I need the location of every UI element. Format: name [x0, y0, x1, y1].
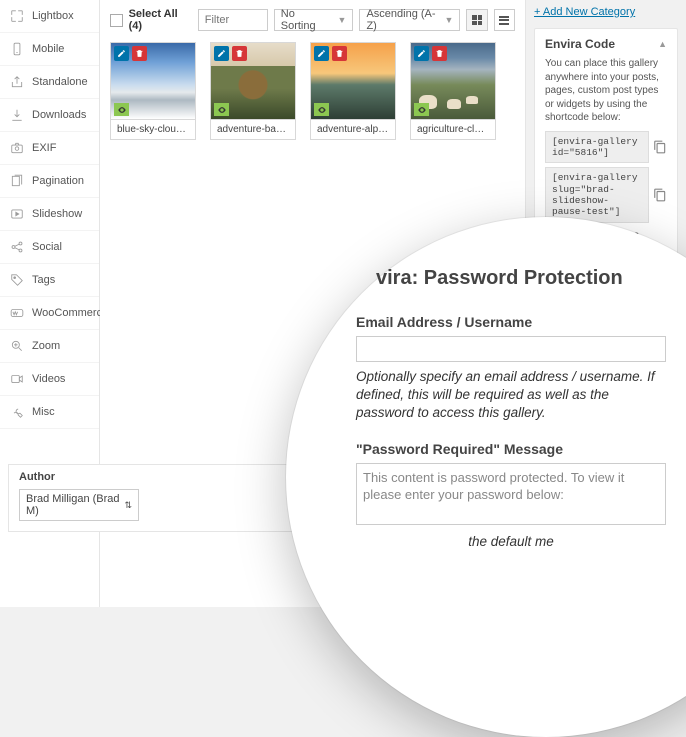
shortcode-slug[interactable]: [envira-gallery slug="brad-slideshow-pau…: [545, 167, 649, 223]
sidebar-item-label: Tags: [32, 274, 55, 286]
thumbnail-image[interactable]: [410, 42, 496, 120]
video-icon: [10, 372, 24, 386]
order-dropdown[interactable]: Ascending (A-Z)▼: [359, 9, 460, 31]
edit-button[interactable]: [114, 46, 129, 61]
thumbnail-caption: blue-sky-clouds …: [110, 120, 196, 140]
sidebar-item-pagination[interactable]: Pagination: [0, 165, 99, 198]
sidebar-item-label: WooCommerce: [32, 307, 108, 319]
select-all[interactable]: Select All (4): [110, 8, 192, 32]
author-select[interactable]: Brad Milligan (Brad M)⇅: [19, 489, 139, 521]
sidebar-item-standalone[interactable]: Standalone: [0, 66, 99, 99]
thumbnail-card[interactable]: adventure-backpa…: [210, 42, 296, 140]
pw-message-default: the default me: [356, 534, 666, 549]
pages-icon: [10, 174, 24, 188]
code-help-1: You can place this gallery anywhere into…: [545, 57, 667, 125]
thumbnail-image[interactable]: [210, 42, 296, 120]
sidebar-item-label: Social: [32, 241, 62, 253]
sidebar-item-label: Pagination: [32, 175, 84, 187]
sidebar-item-exif[interactable]: EXIF: [0, 132, 99, 165]
thumbnail-grid: blue-sky-clouds … adventure-backpa… advent…: [110, 42, 515, 140]
thumbnail-image[interactable]: [110, 42, 196, 120]
visibility-icon[interactable]: [214, 103, 229, 116]
visibility-icon[interactable]: [114, 103, 129, 116]
gallery-toolbar: Select All (4) No Sorting▼ Ascending (A-…: [110, 8, 515, 32]
grid-icon: [472, 15, 482, 25]
expand-icon: [10, 9, 24, 23]
chevron-down-icon: ▼: [338, 15, 347, 25]
shortcode-id[interactable]: [envira-gallery id="5816"]: [545, 131, 649, 164]
sidebar-item-label: Slideshow: [32, 208, 82, 220]
sidebar-item-downloads[interactable]: Downloads: [0, 99, 99, 132]
thumbnail-card[interactable]: blue-sky-clouds …: [110, 42, 196, 140]
delete-button[interactable]: [132, 46, 147, 61]
thumbnail-caption: adventure-backpa…: [210, 120, 296, 140]
sidebar-item-woocommerce[interactable]: WooCommerce: [0, 297, 99, 330]
sidebar-item-label: Mobile: [32, 43, 64, 55]
camera-icon: [10, 141, 24, 155]
sidebar-item-label: Zoom: [32, 340, 60, 352]
wrench-icon: [10, 405, 24, 419]
sidebar-item-label: Videos: [32, 373, 65, 385]
sidebar-item-mobile[interactable]: Mobile: [0, 33, 99, 66]
collapse-icon[interactable]: ▲: [658, 39, 667, 49]
sidebar-item-lightbox[interactable]: Lightbox: [0, 0, 99, 33]
sidebar-item-label: Lightbox: [32, 10, 74, 22]
sidebar-item-label: Downloads: [32, 109, 86, 121]
sidebar-item-misc[interactable]: Misc: [0, 396, 99, 429]
thumbnail-caption: agriculture-cloud …: [410, 120, 496, 140]
phone-icon: [10, 42, 24, 56]
share-icon: [10, 75, 24, 89]
edit-button[interactable]: [314, 46, 329, 61]
download-icon: [10, 108, 24, 122]
edit-button[interactable]: [214, 46, 229, 61]
pw-message-label: "Password Required" Message: [356, 441, 666, 457]
tag-icon: [10, 273, 24, 287]
box-title: Envira Code: [545, 37, 615, 51]
visibility-icon[interactable]: [314, 103, 329, 116]
sidebar-item-videos[interactable]: Videos: [0, 363, 99, 396]
social-icon: [10, 240, 24, 254]
filter-input[interactable]: [198, 9, 268, 31]
sort-dropdown[interactable]: No Sorting▼: [274, 9, 354, 31]
lens-title: vira: Password Protection: [356, 267, 686, 290]
sidebar-item-zoom[interactable]: Zoom: [0, 330, 99, 363]
add-category-link[interactable]: + Add New Category: [534, 6, 678, 18]
zoom-icon: [10, 339, 24, 353]
sidebar-item-tags[interactable]: Tags: [0, 264, 99, 297]
email-help: Optionally specify an email address / us…: [356, 368, 666, 423]
delete-button[interactable]: [232, 46, 247, 61]
grid-view-button[interactable]: [466, 9, 487, 31]
thumbnail-image[interactable]: [310, 42, 396, 120]
list-view-button[interactable]: [494, 9, 515, 31]
sidebar-item-social[interactable]: Social: [0, 231, 99, 264]
sidebar-item-label: Standalone: [32, 76, 88, 88]
sidebar-item-label: Misc: [32, 406, 55, 418]
sidebar-item-slideshow[interactable]: Slideshow: [0, 198, 99, 231]
select-all-checkbox[interactable]: [110, 14, 123, 27]
clipboard-icon[interactable]: [653, 140, 667, 154]
select-arrows-icon: ⇅: [124, 500, 132, 511]
sidebar-item-label: EXIF: [32, 142, 56, 154]
thumbnail-card[interactable]: agriculture-cloud …: [410, 42, 496, 140]
edit-button[interactable]: [414, 46, 429, 61]
play-icon: [10, 207, 24, 221]
chevron-down-icon: ▼: [444, 15, 453, 25]
email-label: Email Address / Username: [356, 314, 666, 330]
email-field[interactable]: [356, 336, 666, 362]
delete-button[interactable]: [332, 46, 347, 61]
thumbnail-card[interactable]: adventure-alps-co …: [310, 42, 396, 140]
list-icon: [499, 16, 509, 25]
select-all-label: Select All (4): [129, 8, 192, 32]
visibility-icon[interactable]: [414, 103, 429, 116]
clipboard-icon[interactable]: [653, 188, 667, 202]
thumbnail-caption: adventure-alps-co …: [310, 120, 396, 140]
delete-button[interactable]: [432, 46, 447, 61]
woo-icon: [10, 306, 24, 320]
pw-message-field[interactable]: [356, 463, 666, 525]
